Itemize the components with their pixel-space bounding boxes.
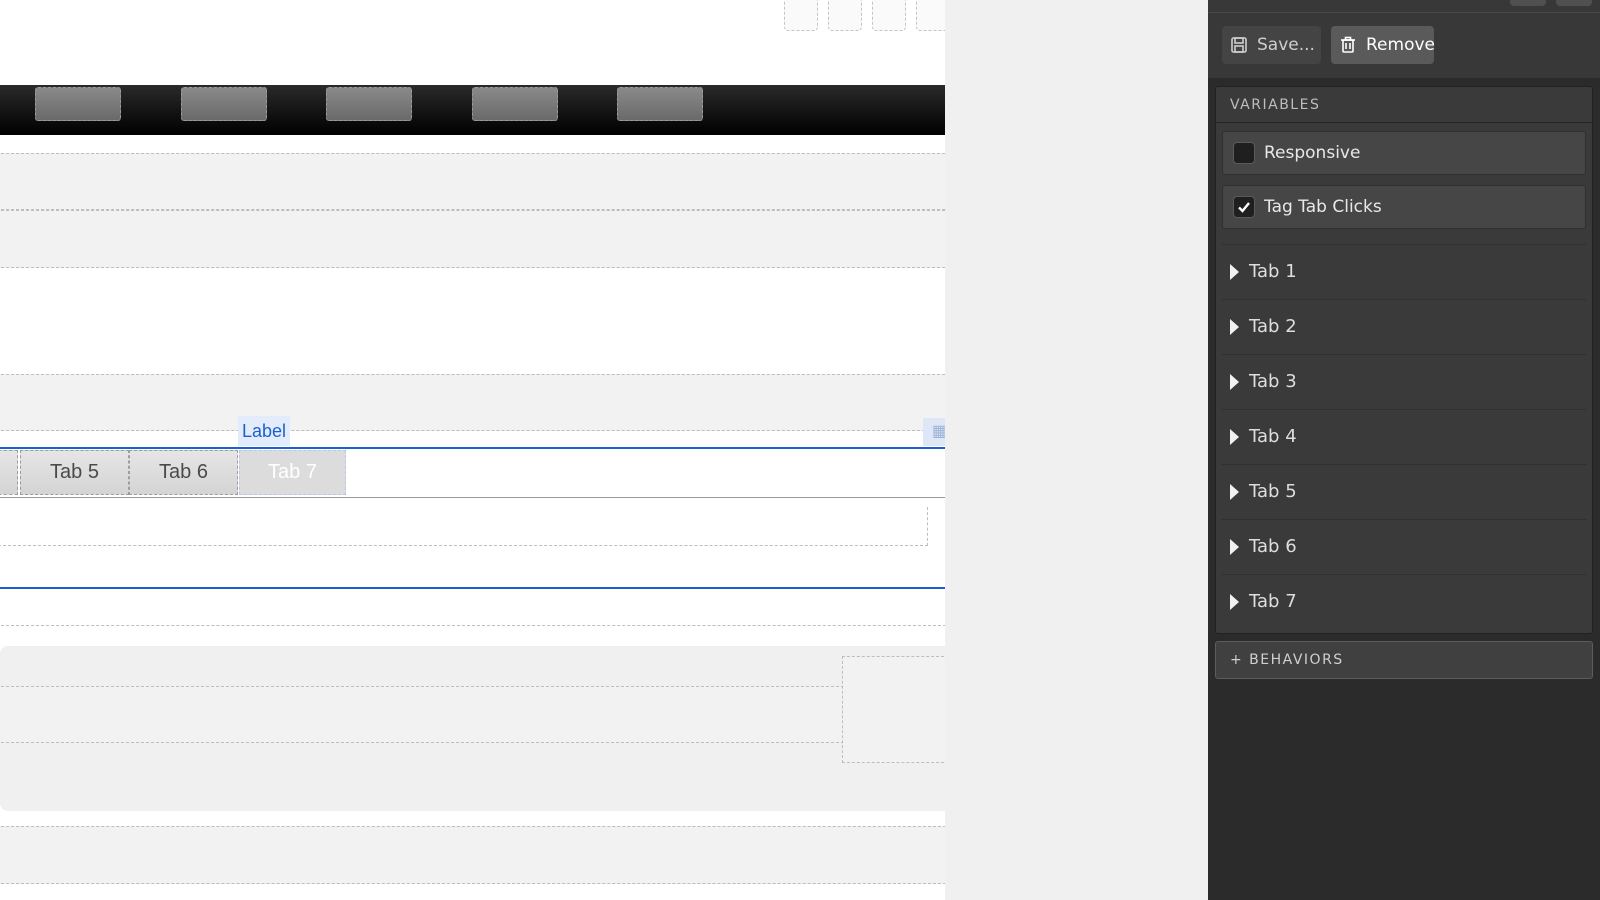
tab-row-1[interactable]: Tab 1	[1222, 244, 1586, 298]
placeholder-block[interactable]	[784, 0, 818, 31]
expand-caret-icon[interactable]	[1230, 318, 1239, 335]
nav-button-placeholder[interactable]	[181, 87, 267, 121]
tab-7-active[interactable]: Tab 7	[239, 450, 346, 495]
variables-header: VARIABLES	[1216, 87, 1592, 123]
tab-row-4[interactable]: Tab 4	[1222, 409, 1586, 463]
tab-row-label: Tab 1	[1249, 261, 1297, 282]
nav-button-placeholder[interactable]	[617, 87, 703, 121]
nav-button-placeholder[interactable]	[472, 87, 558, 121]
nav-button-placeholder[interactable]	[35, 87, 121, 121]
tab-row-7[interactable]: Tab 7	[1222, 574, 1586, 628]
option-label: Tag Tab Clicks	[1264, 197, 1382, 217]
content-placeholder[interactable]	[0, 593, 945, 626]
expand-caret-icon[interactable]	[1230, 263, 1239, 280]
inspector-panel: Save... Remove VARIABLES Responsive Tag …	[1208, 0, 1600, 900]
tab-widget-selected[interactable]: Tab 5 Tab 6 Tab 7	[0, 447, 945, 589]
tab-5[interactable]: Tab 5	[20, 450, 129, 495]
content-placeholder[interactable]	[0, 153, 945, 210]
option-responsive[interactable]: Responsive	[1222, 131, 1586, 175]
tab-content-placeholder[interactable]	[0, 507, 928, 546]
widget-label-tag[interactable]: Label	[238, 416, 291, 446]
content-placeholder[interactable]	[0, 210, 945, 268]
tab-row-label: Tab 7	[1249, 591, 1297, 612]
remove-button[interactable]: Remove	[1331, 26, 1435, 64]
tab-row-label: Tab 5	[1249, 481, 1297, 502]
placeholder-block[interactable]	[872, 0, 906, 31]
expand-caret-icon[interactable]	[1230, 538, 1239, 555]
tab-row-3[interactable]: Tab 3	[1222, 354, 1586, 408]
image-placeholder[interactable]	[842, 656, 945, 763]
tab-row-label: Tab 2	[1249, 316, 1297, 337]
widget-settings-icon[interactable]: ▦	[923, 418, 945, 446]
tab-row-6[interactable]: Tab 6	[1222, 519, 1586, 573]
remove-label: Remove	[1366, 35, 1435, 55]
save-label: Save...	[1257, 35, 1315, 55]
content-placeholder[interactable]	[0, 826, 945, 884]
inspector-toolbar: Save... Remove	[1208, 0, 1600, 78]
tab-row-label: Tab 4	[1249, 426, 1297, 447]
expand-caret-icon[interactable]	[1230, 428, 1239, 445]
option-label: Responsive	[1264, 143, 1361, 163]
tab-row-2[interactable]: Tab 2	[1222, 299, 1586, 353]
floppy-disk-icon	[1230, 36, 1248, 54]
option-tag-tab-clicks[interactable]: Tag Tab Clicks	[1222, 185, 1586, 229]
add-behaviors-button[interactable]: + BEHAVIORS	[1215, 641, 1593, 679]
content-placeholder[interactable]	[0, 686, 844, 743]
tab-row-5[interactable]: Tab 5	[1222, 464, 1586, 518]
expand-caret-icon[interactable]	[1230, 593, 1239, 610]
nav-button-placeholder[interactable]	[326, 87, 412, 121]
placeholder-block[interactable]	[828, 0, 862, 31]
placeholder-block[interactable]	[916, 0, 945, 31]
content-placeholder[interactable]	[0, 374, 945, 431]
expand-caret-icon[interactable]	[1230, 373, 1239, 390]
nav-bar[interactable]	[0, 85, 945, 135]
toolbar-tab-stub[interactable]	[1556, 0, 1592, 6]
tab-row-label: Tab 6	[1249, 536, 1297, 557]
page-canvas: ▦ Label Tab 5 Tab 6 Tab 7	[0, 0, 945, 900]
expand-caret-icon[interactable]	[1230, 483, 1239, 500]
toolbar-tab-stub[interactable]	[1510, 0, 1546, 6]
tab-strip: Tab 5 Tab 6 Tab 7	[0, 449, 945, 498]
divider	[1208, 12, 1600, 13]
tab-partial[interactable]	[0, 450, 18, 495]
responsive-checkbox[interactable]	[1233, 142, 1255, 164]
content-section[interactable]	[0, 646, 945, 811]
tab-row-label: Tab 3	[1249, 371, 1297, 392]
tag-tab-clicks-checkbox[interactable]	[1233, 196, 1255, 218]
variables-panel: VARIABLES Responsive Tag Tab Clicks Tab …	[1215, 86, 1593, 634]
tab-6[interactable]: Tab 6	[129, 450, 238, 495]
trash-icon	[1339, 36, 1357, 54]
save-button[interactable]: Save...	[1222, 26, 1321, 64]
